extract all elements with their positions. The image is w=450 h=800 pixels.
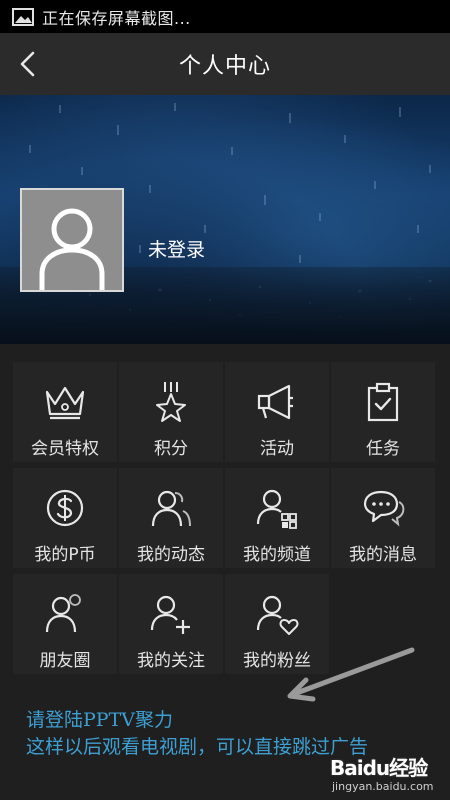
menu-item-label: 我的P币 (34, 545, 96, 565)
megaphone-icon (257, 384, 293, 420)
status-text: 正在保存屏幕截图... (42, 8, 191, 28)
users-icon (151, 490, 191, 527)
default-user-icon (39, 208, 105, 290)
login-status[interactable]: 未登录 (148, 235, 205, 262)
image-icon (12, 7, 34, 26)
menu-item-label: 会员特权 (31, 439, 99, 459)
user-plus-icon (150, 595, 190, 634)
user-circle-icon (45, 594, 81, 633)
menu-item-tasks[interactable]: 任务 (331, 362, 435, 462)
user-grid-icon (256, 489, 297, 529)
back-arrow-icon[interactable] (12, 47, 44, 81)
profile-banner: 未登录 (0, 95, 450, 344)
menu-item-points[interactable]: 积分 (119, 362, 223, 462)
annotation-text: 请登陆PPTV聚力 这样以后观看电视剧，可以直接跳过广告 (26, 707, 368, 761)
crown-icon (45, 386, 85, 420)
menu-item-label: 我的频道 (243, 545, 311, 565)
menu-item-my-feed[interactable]: 我的动态 (119, 468, 223, 568)
menu-item-my-messages[interactable]: 我的消息 (331, 468, 435, 568)
menu-item-label: 我的关注 (137, 651, 205, 671)
annotation-line-1: 请登陆PPTV聚力 (26, 709, 173, 731)
title-bar: 个人中心 (0, 33, 450, 95)
annotation-line-2: 这样以后观看电视剧，可以直接跳过广告 (26, 736, 369, 758)
watermark-url: jingyan.baidu.com (332, 780, 434, 793)
star-medal-icon (156, 382, 186, 422)
menu-item-vip[interactable]: 会员特权 (13, 362, 117, 462)
status-bar: 正在保存屏幕截图... (0, 0, 450, 33)
menu-item-label: 我的消息 (349, 545, 417, 565)
baidu-watermark: Baidu经验 jingyan.baidu.com (330, 752, 450, 800)
menu-item-activity[interactable]: 活动 (225, 362, 329, 462)
user-heart-icon (256, 595, 299, 635)
dollar-coin-icon (46, 489, 84, 527)
chat-bubbles-icon (363, 490, 405, 527)
menu-item-label: 活动 (260, 439, 294, 459)
page-title: 个人中心 (178, 54, 271, 79)
menu-item-label: 任务 (366, 439, 400, 459)
menu-item-label: 积分 (154, 439, 188, 459)
menu-item-following[interactable]: 我的关注 (119, 574, 223, 674)
avatar[interactable] (20, 188, 124, 292)
watermark-brand: Baidu经验 (330, 756, 428, 780)
clipboard-check-icon (367, 382, 399, 422)
menu-item-friends[interactable]: 朋友圈 (13, 574, 117, 674)
annotation-arrow (287, 647, 415, 702)
menu-item-p-coin[interactable]: 我的P币 (13, 468, 117, 568)
menu-item-label: 我的动态 (137, 545, 205, 565)
menu-item-my-channel[interactable]: 我的频道 (225, 468, 329, 568)
menu-item-label: 朋友圈 (39, 651, 91, 671)
